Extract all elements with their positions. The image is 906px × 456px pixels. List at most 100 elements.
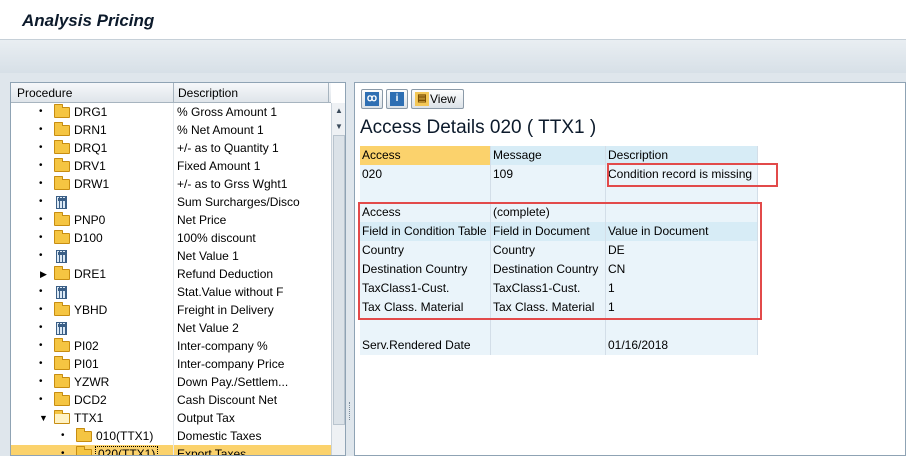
tree-row-description: +/- as to Grss Wght1	[177, 177, 288, 191]
tree-row-description: Freight in Delivery	[177, 303, 274, 317]
tree-row[interactable]: • DRN1 % Net Amount 1	[11, 121, 331, 139]
tree-row-description: Output Tax	[177, 411, 235, 425]
tree-row[interactable]: • PNP0 Net Price	[11, 211, 331, 229]
calculator-icon	[56, 286, 67, 299]
tree-row[interactable]: ▶ DRE1 Refund Deduction	[11, 265, 331, 283]
column-separator	[173, 139, 174, 157]
column-separator[interactable]	[173, 83, 174, 103]
tree-row-description: Domestic Taxes	[177, 429, 262, 443]
tree-row[interactable]: • DRG1 % Gross Amount 1	[11, 103, 331, 121]
scrollbar-thumb[interactable]	[333, 135, 345, 425]
tree-row-code: DRN1	[74, 123, 107, 137]
column-separator	[173, 427, 174, 445]
tree-row-code: YBHD	[74, 303, 108, 317]
tree-row-code: DRV1	[74, 159, 106, 173]
column-separator	[173, 175, 174, 193]
info-icon: i	[390, 92, 404, 106]
tree-header: Procedure Description	[11, 83, 331, 103]
bullet-icon: •	[39, 340, 43, 351]
highlight-box-missing-record	[607, 163, 778, 187]
column-header-description[interactable]: Description	[178, 86, 238, 100]
tree-row[interactable]: • YBHD Freight in Delivery	[11, 301, 331, 319]
tree-row[interactable]: • PI02 Inter-company %	[11, 337, 331, 355]
tree-row-code: D100	[74, 231, 103, 245]
tree-scrollbar[interactable]: ▲ ▼	[331, 103, 345, 455]
bullet-icon: •	[39, 376, 43, 387]
column-separator	[173, 211, 174, 229]
detail-row[interactable]: Serv.Rendered Date 01/16/2018	[360, 336, 758, 355]
bullet-icon: •	[39, 358, 43, 369]
tree-row[interactable]: • YZWR Down Pay./Settlem...	[11, 373, 331, 391]
view-icon: ▤	[415, 92, 429, 106]
bullet-icon: •	[39, 322, 43, 333]
tree-row-description: Inter-company Price	[177, 357, 285, 371]
folder-icon	[54, 266, 70, 280]
column-header-procedure[interactable]: Procedure	[17, 86, 72, 100]
binoculars-icon: ꝏ	[365, 92, 379, 106]
splitter-grip-icon[interactable]	[349, 402, 351, 420]
info-button[interactable]: i	[386, 89, 408, 109]
open-folder-icon	[54, 410, 70, 424]
tree-row-description: Net Value 2	[177, 321, 239, 335]
tree-row[interactable]: • PI01 Inter-company Price	[11, 355, 331, 373]
column-separator	[173, 391, 174, 409]
bullet-icon: •	[61, 430, 65, 441]
column-separator	[173, 301, 174, 319]
tree-row[interactable]: ▼ TTX1 Output Tax	[11, 409, 331, 427]
procedure-tree-pane: Procedure Description • DRG1 % Gross Amoun…	[10, 82, 346, 456]
bullet-icon: •	[39, 214, 43, 225]
column-separator[interactable]	[328, 83, 329, 103]
tree-row-description: Inter-company %	[177, 339, 268, 353]
scroll-up-icon[interactable]: ▲	[334, 106, 344, 116]
detail-cell: Serv.Rendered Date	[360, 336, 491, 355]
folder-icon	[54, 140, 70, 154]
tree-row-code: DRW1	[74, 177, 110, 191]
header-cell-access[interactable]: Access	[360, 146, 491, 165]
message-number: 109	[491, 165, 606, 184]
folder-icon	[54, 302, 70, 316]
detail-cell	[491, 336, 606, 355]
bullet-icon: •	[39, 304, 43, 315]
highlight-box-access-fields	[358, 202, 762, 320]
column-separator	[173, 373, 174, 391]
tree-row-code: DRQ1	[74, 141, 108, 155]
tree-row-description: Cash Discount Net	[177, 393, 278, 407]
tree-row-description: Net Value 1	[177, 249, 239, 263]
folder-icon	[54, 230, 70, 244]
tree-row-code: PNP0	[74, 213, 106, 227]
detail-cell: 01/16/2018	[606, 336, 758, 355]
tree-row-description: 100% discount	[177, 231, 256, 245]
bullet-icon: •	[39, 178, 43, 189]
procedure-tree: • DRG1 % Gross Amount 1 • DRN1 % Net Amount 1…	[11, 103, 331, 455]
tree-row[interactable]: • DRW1 +/- as to Grss Wght1	[11, 175, 331, 193]
pane-splitter[interactable]	[346, 82, 354, 456]
binoculars-button[interactable]: ꝏ	[361, 89, 383, 109]
tree-row[interactable]: • 010(TTX1) Domestic Taxes	[11, 427, 331, 445]
tree-row-description: Sum Surcharges/Disco	[177, 195, 300, 209]
tree-row[interactable]: • D100 100% discount	[11, 229, 331, 247]
tree-row[interactable]: • Net Value 1	[11, 247, 331, 265]
column-separator	[173, 229, 174, 247]
view-button-label: View	[430, 92, 456, 106]
tree-row[interactable]: • 020(TTX1) Export Taxes	[11, 445, 331, 455]
tree-row[interactable]: • Net Value 2	[11, 319, 331, 337]
folder-icon	[54, 338, 70, 352]
expand-arrow-icon[interactable]: ▶	[40, 269, 47, 279]
tree-row[interactable]: • Sum Surcharges/Disco	[11, 193, 331, 211]
tree-row[interactable]: • DRV1 Fixed Amount 1	[11, 157, 331, 175]
column-separator	[173, 103, 174, 121]
tree-row[interactable]: • Stat.Value without F	[11, 283, 331, 301]
header-cell-message[interactable]: Message	[491, 146, 606, 165]
scroll-down-icon[interactable]: ▼	[334, 122, 344, 132]
tree-row[interactable]: • DCD2 Cash Discount Net	[11, 391, 331, 409]
tree-row-code: DRG1	[74, 105, 108, 119]
tree-row[interactable]: • DRQ1 +/- as to Quantity 1	[11, 139, 331, 157]
bullet-icon: •	[39, 124, 43, 135]
view-button[interactable]: ▤ View	[411, 89, 464, 109]
access-number: 020	[360, 165, 491, 184]
tree-row-code: DRE1	[74, 267, 107, 281]
calculator-icon	[56, 250, 67, 263]
bullet-icon: •	[39, 142, 43, 153]
tree-row-description: Export Taxes	[177, 447, 327, 455]
collapse-arrow-icon[interactable]: ▼	[39, 413, 48, 423]
